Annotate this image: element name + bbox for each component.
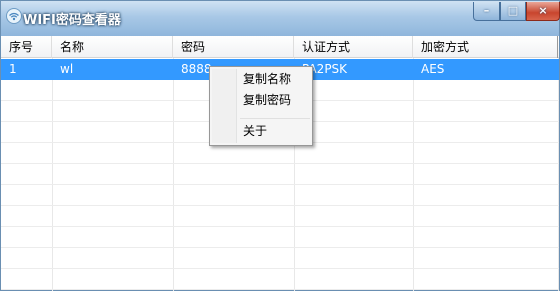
wifi-icon xyxy=(6,8,22,24)
grid-line xyxy=(1,184,559,185)
grid-line xyxy=(1,205,559,206)
column-header-encryption[interactable]: 加密方式 xyxy=(413,36,558,58)
grid-line xyxy=(52,58,53,291)
minimize-button[interactable]: – xyxy=(473,2,500,21)
column-header-index[interactable]: 序号 xyxy=(1,36,52,58)
row-index: 1 xyxy=(9,62,17,76)
column-header-name[interactable]: 名称 xyxy=(52,36,173,58)
menu-item-copy-password[interactable]: 复制密码 xyxy=(212,90,311,111)
grid-line xyxy=(1,247,559,248)
grid-line xyxy=(1,226,559,227)
row-encryption: AES xyxy=(421,62,445,76)
grid-line xyxy=(1,268,559,269)
list-header: 序号 名称 密码 认证方式 加密方式 xyxy=(1,36,559,58)
column-header-auth[interactable]: 认证方式 xyxy=(294,36,413,58)
menu-item-about[interactable]: 关于 xyxy=(212,121,311,142)
grid-line xyxy=(558,58,559,291)
maximize-button[interactable]: □ xyxy=(500,2,526,21)
grid-line xyxy=(1,289,559,290)
grid-line xyxy=(173,58,174,291)
grid-line xyxy=(1,163,559,164)
row-name: wl xyxy=(60,62,74,76)
column-header-password[interactable]: 密码 xyxy=(173,36,294,58)
close-button[interactable]: × xyxy=(526,2,560,21)
context-menu: 复制名称 复制密码 关于 xyxy=(209,66,313,146)
app-window: WIFI密码查看器 – □ × 序号 名称 密码 认证方式 加密方式 1 wl xyxy=(0,0,560,291)
title-bar[interactable]: WIFI密码查看器 – □ × xyxy=(1,1,560,36)
grid-line xyxy=(413,58,414,291)
menu-item-copy-name[interactable]: 复制名称 xyxy=(212,69,311,90)
window-title: WIFI密码查看器 xyxy=(23,13,121,28)
menu-separator xyxy=(240,118,310,119)
